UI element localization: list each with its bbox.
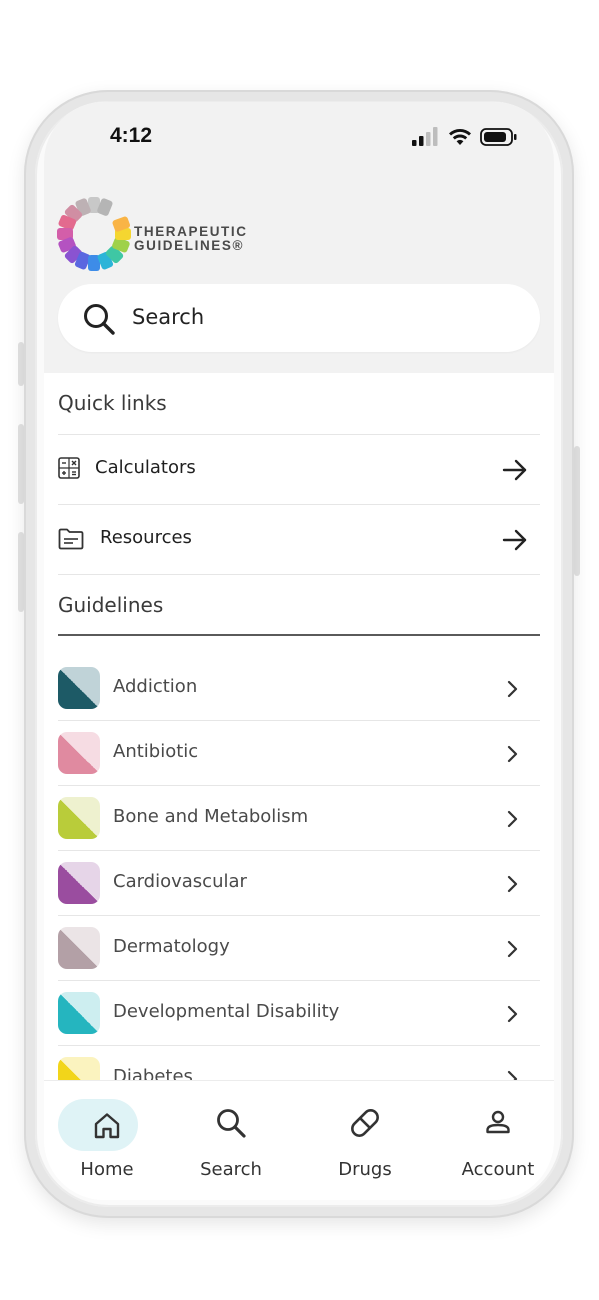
search-icon (84, 304, 115, 335)
guideline-label: Bone and Metabolism (113, 806, 309, 827)
wifi-icon (449, 129, 471, 145)
nav-label: Drugs (338, 1159, 392, 1180)
quick-link-resources[interactable]: Resources (58, 505, 540, 575)
search-bar[interactable]: Search (58, 284, 540, 352)
divider (58, 1045, 540, 1046)
guideline-color-swatch (58, 732, 100, 774)
guideline-color-swatch (58, 927, 100, 969)
guideline-color-swatch (58, 862, 100, 904)
divider (58, 720, 540, 721)
chevron-right-icon (507, 810, 518, 828)
guidelines-title: Guidelines (58, 593, 164, 617)
logo-line-1: THERAPEUTIC (134, 224, 248, 239)
quick-link-label: Calculators (95, 457, 196, 478)
guideline-label: Cardiovascular (113, 871, 247, 892)
guideline-label: Dermatology (113, 936, 230, 957)
battery-icon (480, 128, 517, 146)
calculator-icon (58, 457, 80, 479)
nav-drugs[interactable]: Drugs (301, 1081, 429, 1181)
quick-links-title: Quick links (58, 391, 167, 415)
guideline-label: Developmental Disability (113, 1001, 340, 1022)
divider (58, 915, 540, 916)
quick-link-calculators[interactable]: Calculators (58, 435, 540, 505)
guideline-item[interactable]: Dermatology (58, 917, 540, 982)
status-icons (412, 126, 522, 150)
guideline-item[interactable]: Addiction (58, 657, 540, 722)
person-icon (486, 1110, 510, 1134)
bottom-navigation: Home Search Drugs Account (44, 1080, 554, 1200)
chevron-right-icon (507, 1005, 518, 1023)
guideline-item[interactable]: Developmental Disability (58, 982, 540, 1047)
logo-wordmark: THERAPEUTIC GUIDELINES® (134, 225, 248, 253)
search-placeholder: Search (132, 305, 205, 329)
chevron-right-icon (507, 940, 518, 958)
status-time: 4:12 (110, 124, 153, 147)
guidelines-divider (58, 634, 540, 636)
nav-label: Search (200, 1159, 262, 1180)
nav-home[interactable]: Home (44, 1081, 171, 1181)
quick-link-label: Resources (100, 527, 192, 548)
cellular-signal-icon (412, 127, 438, 146)
arrow-right-icon (502, 459, 527, 481)
guideline-color-swatch (58, 992, 100, 1034)
divider (58, 574, 540, 575)
nav-label: Account (461, 1159, 535, 1180)
guideline-label: Addiction (113, 676, 198, 697)
chevron-right-icon (507, 745, 518, 763)
guideline-item[interactable]: Bone and Metabolism (58, 787, 540, 852)
chevron-right-icon (507, 875, 518, 893)
guideline-color-swatch (58, 797, 100, 839)
home-icon (94, 1113, 120, 1139)
guideline-item[interactable]: Antibiotic (58, 722, 540, 787)
folder-icon (58, 528, 84, 550)
power-button (574, 446, 580, 576)
pill-icon (351, 1109, 379, 1137)
nav-account[interactable]: Account (434, 1081, 554, 1181)
divider (58, 850, 540, 851)
guideline-item[interactable]: Cardiovascular (58, 852, 540, 917)
divider (58, 785, 540, 786)
app-screen: 4:12 THERAPEUTIC GUIDELINES® Search Quic… (44, 102, 554, 1200)
logo-line-2: GUIDELINES® (134, 238, 245, 253)
nav-label: Home (80, 1159, 134, 1180)
guideline-color-swatch (58, 667, 100, 709)
arrow-right-icon (502, 529, 527, 551)
divider (58, 980, 540, 981)
chevron-right-icon (507, 680, 518, 698)
guideline-label: Antibiotic (113, 741, 199, 762)
search-icon (217, 1109, 246, 1138)
nav-search[interactable]: Search (167, 1081, 295, 1181)
